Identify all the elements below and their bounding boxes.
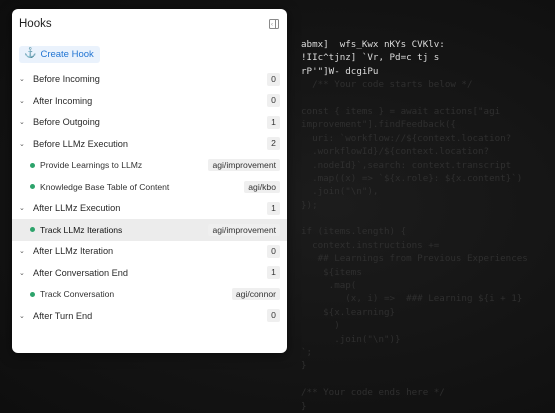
status-dot-icon	[30, 162, 35, 168]
hook-item-tag: agi/improvement	[208, 223, 280, 236]
hook-item[interactable]: Knowledge Base Table of Content agi/kbo	[12, 176, 287, 198]
hook-count-badge: 0	[267, 309, 280, 323]
hook-count-badge: 1	[267, 115, 280, 129]
hooks-panel: Hooks ‹ ⚓ Create Hook ⌄ Before Incoming 0 ⌄…	[12, 9, 287, 353]
hook-group-header[interactable]: ⌄ After LLMz Execution 1	[12, 198, 287, 220]
code-line: ## Learnings from Previous Experiences	[301, 253, 528, 265]
chevron-down-icon: ⌄	[19, 248, 25, 256]
hook-group: ⌄ After LLMz Execution 1 Track LLMz Iterati…	[12, 198, 287, 241]
status-dot-icon	[30, 184, 35, 190]
hook-count-badge: 0	[267, 244, 280, 258]
code-line: ${items	[301, 266, 362, 278]
hook-group: ⌄ After LLMz Iteration 0	[12, 241, 287, 263]
hook-item-label: Track LLMz Iterations	[40, 224, 123, 235]
code-line: /** Your code ends here */	[301, 387, 445, 399]
code-line: }	[301, 360, 307, 372]
hook-item-label: Knowledge Base Table of Content	[40, 181, 170, 192]
hook-group-header[interactable]: ⌄ After Conversation End 1	[12, 262, 287, 284]
hook-count-badge: 2	[267, 137, 280, 151]
code-line: )	[301, 320, 340, 332]
code-line: (x, i) => ### Learning ${i + 1}	[301, 293, 523, 305]
hook-group-label: Before LLMz Execution	[33, 138, 128, 149]
hook-group-header[interactable]: ⌄ Before Outgoing 1	[12, 112, 287, 134]
code-line: improvement"].findFeedback({	[301, 119, 456, 131]
code-line: ${x.learning}	[301, 306, 396, 318]
app-stage: abmx] wfs_Kwx nKYs CVKlv: !IIc^tjnz] `Vr,…	[0, 0, 555, 413]
code-line: .join("\n"),	[301, 186, 379, 198]
chevron-down-icon: ⌄	[19, 269, 25, 277]
hook-group: ⌄ Before LLMz Execution 2 Provide Learnings…	[12, 133, 287, 198]
hook-group-label: After LLMz Iteration	[33, 246, 114, 257]
hook-group: ⌄ After Turn End 0	[12, 305, 287, 327]
create-row: ⚓ Create Hook	[12, 39, 287, 69]
code-line: if (items.length) {	[301, 226, 407, 238]
chevron-down-icon: ⌄	[19, 140, 25, 148]
code-editor[interactable]: abmx] wfs_Kwx nKYs CVKlv: !IIc^tjnz] `Vr,…	[301, 38, 555, 413]
chevron-down-icon: ⌄	[19, 76, 25, 84]
hook-group: ⌄ After Incoming 0	[12, 90, 287, 112]
hook-group-label: After Incoming	[33, 95, 93, 106]
code-line: .workflowId}/${context.location?	[301, 146, 490, 158]
create-hook-label: Create Hook	[40, 48, 94, 60]
hook-group-header[interactable]: ⌄ After LLMz Iteration 0	[12, 241, 287, 263]
hook-count-badge: 0	[267, 72, 280, 86]
code-line: .map((x) => `${x.role}: ${x.content}`)	[301, 172, 523, 184]
hook-item-label: Track Conversation	[40, 289, 115, 300]
chevron-down-icon: ⌄	[19, 119, 25, 127]
hooks-panel-header: Hooks ‹	[12, 9, 287, 39]
code-line: });	[301, 199, 318, 211]
anchor-icon: ⚓	[24, 48, 37, 59]
hook-item-tag: agi/connor	[231, 288, 280, 301]
create-hook-button[interactable]: ⚓ Create Hook	[19, 45, 100, 63]
hook-group-label: Before Outgoing	[33, 117, 100, 128]
code-line: const { items } = await actions["agi	[301, 105, 501, 117]
code-line: `;	[301, 346, 313, 358]
hook-group-header[interactable]: ⌄ Before LLMz Execution 2	[12, 133, 287, 155]
hook-list: ⌄ Before Incoming 0 ⌄ After Incoming 0 ⌄ Before…	[12, 69, 287, 327]
hook-item[interactable]: Provide Learnings to LLMz agi/improvement	[12, 155, 287, 177]
hook-group-label: After Turn End	[33, 310, 93, 321]
hook-group: ⌄ Before Incoming 0	[12, 69, 287, 91]
hook-item-tag: agi/kbo	[244, 180, 280, 193]
chevron-down-icon: ⌄	[19, 205, 25, 213]
hook-item[interactable]: Track LLMz Iterations agi/improvement	[12, 219, 287, 241]
hook-group-header[interactable]: ⌄ Before Incoming 0	[12, 69, 287, 91]
code-line: uri: `workflow://${context.location?	[301, 132, 512, 144]
hook-group-label: After Conversation End	[33, 267, 128, 278]
status-dot-icon	[30, 291, 35, 297]
code-line: rP'"]W- dcgiPu	[301, 65, 379, 77]
code-line: /** Your code starts below */	[301, 79, 473, 91]
hook-group-label: After LLMz Execution	[33, 203, 121, 214]
hook-group: ⌄ Before Outgoing 1	[12, 112, 287, 134]
code-line: }	[301, 400, 307, 412]
panel-title: Hooks	[19, 18, 52, 30]
code-line: .map(	[301, 280, 357, 292]
hook-count-badge: 1	[267, 266, 280, 280]
chevron-down-icon: ⌄	[19, 312, 25, 320]
hook-group: ⌄ After Conversation End 1 Track Conversati…	[12, 262, 287, 305]
code-line: .nodeId}`,search: context.transcript	[301, 159, 512, 171]
hook-group-header[interactable]: ⌄ After Incoming 0	[12, 90, 287, 112]
hook-group-label: Before Incoming	[33, 74, 100, 85]
code-line: .join("\n")}	[301, 333, 401, 345]
code-line: !IIc^tjnz] `Vr, Pd=c tj s	[301, 52, 440, 64]
code-line: abmx] wfs_Kwx nKYs CVKlv:	[301, 39, 445, 50]
hook-group-header[interactable]: ⌄ After Turn End 0	[12, 305, 287, 327]
collapse-panel-icon[interactable]: ‹	[269, 19, 279, 29]
hook-item-label: Provide Learnings to LLMz	[40, 160, 143, 171]
hook-count-badge: 1	[267, 201, 280, 215]
hook-item[interactable]: Track Conversation agi/connor	[12, 284, 287, 306]
status-dot-icon	[30, 227, 35, 233]
code-line: context.instructions +=	[301, 239, 440, 251]
hook-item-tag: agi/improvement	[208, 159, 280, 172]
hook-count-badge: 0	[267, 94, 280, 108]
chevron-down-icon: ⌄	[19, 97, 25, 105]
